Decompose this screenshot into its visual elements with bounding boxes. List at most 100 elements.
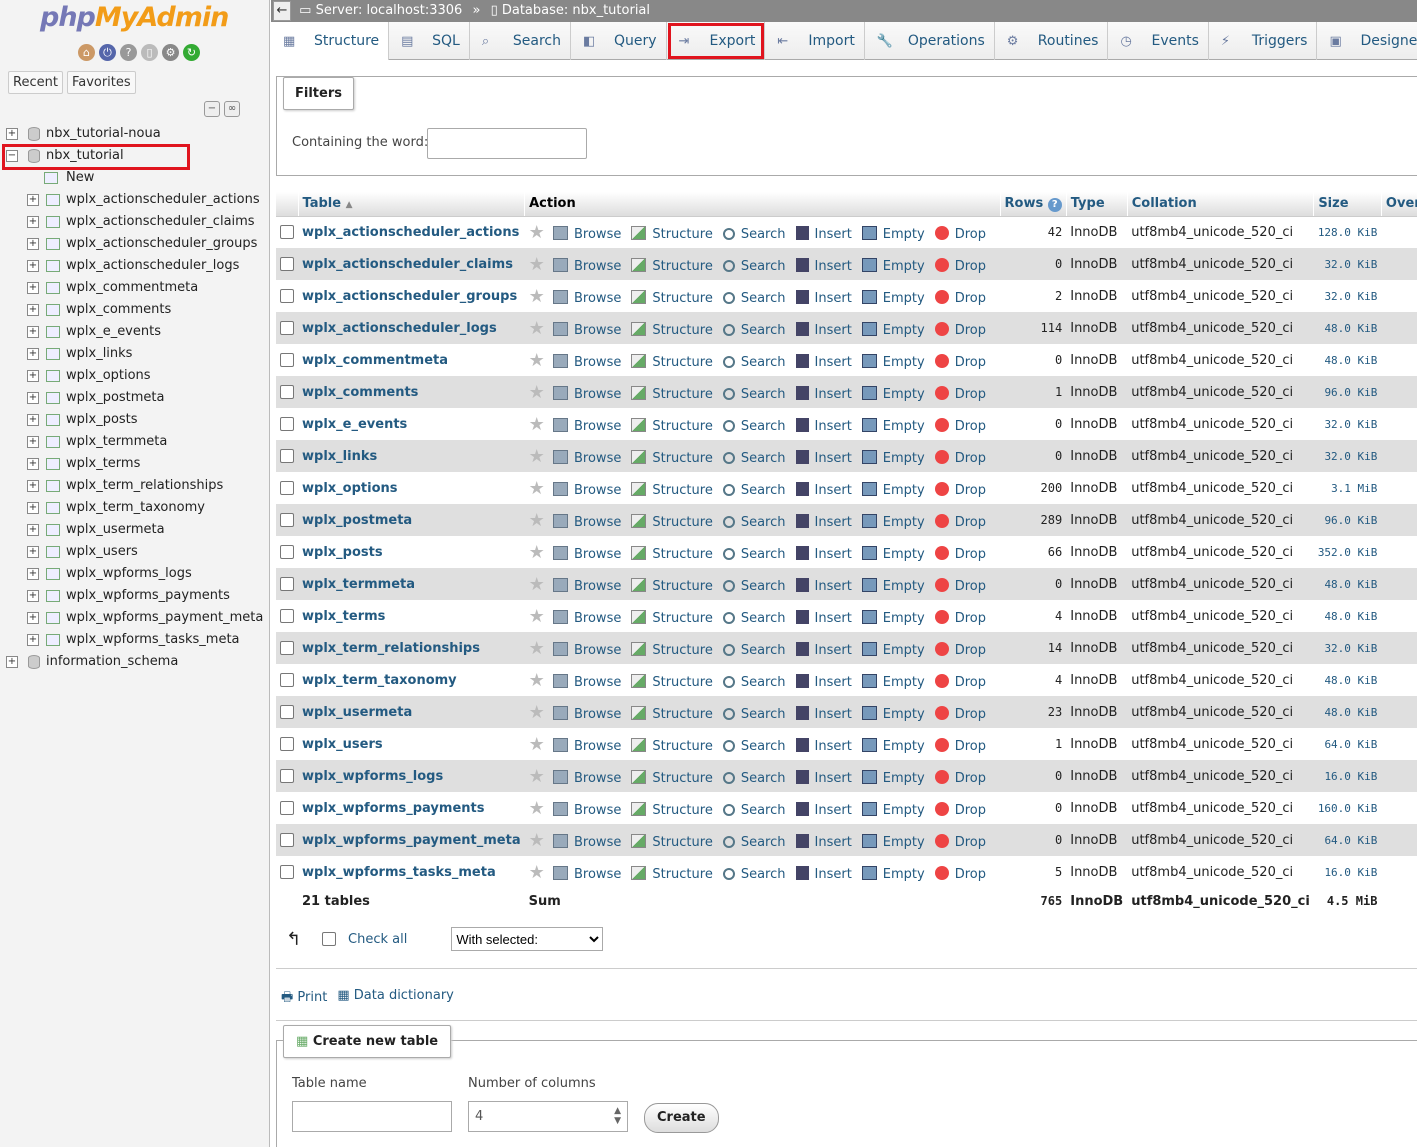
- empty-link[interactable]: Empty: [861, 321, 925, 338]
- expand-toggle-icon[interactable]: +: [27, 546, 39, 558]
- favorite-star-icon[interactable]: ★: [529, 542, 545, 563]
- table-name-link[interactable]: wplx_commentmeta: [298, 344, 525, 376]
- header-table[interactable]: Table ▲: [298, 192, 526, 217]
- tree-label[interactable]: wplx_wpforms_logs: [66, 563, 192, 585]
- drop-link[interactable]: Drop: [934, 513, 986, 530]
- drop-link[interactable]: Drop: [934, 417, 986, 434]
- tree-table[interactable]: + wplx_wpforms_tasks_meta: [0, 629, 270, 651]
- back-arrow-icon[interactable]: ←: [273, 1, 291, 21]
- expand-toggle-icon[interactable]: +: [27, 612, 39, 624]
- table-size[interactable]: 48.0 KiB: [1313, 568, 1382, 600]
- settings-gear-icon[interactable]: ⚙: [162, 44, 179, 61]
- table-size[interactable]: 64.0 KiB: [1313, 728, 1382, 760]
- tree-table[interactable]: + wplx_termmeta: [0, 431, 270, 453]
- insert-link[interactable]: Insert: [795, 673, 852, 690]
- tree-table[interactable]: + wplx_users: [0, 541, 270, 563]
- tab-query[interactable]: ◧ Query: [571, 22, 667, 60]
- structure-link[interactable]: Structure: [631, 225, 713, 242]
- drop-link[interactable]: Drop: [934, 769, 986, 786]
- tab-routines[interactable]: ⚙ Routines: [995, 22, 1109, 60]
- tree-label[interactable]: wplx_actionscheduler_actions: [66, 189, 260, 211]
- tree-table[interactable]: + wplx_options: [0, 365, 270, 387]
- favorite-star-icon[interactable]: ★: [529, 638, 545, 659]
- drop-link[interactable]: Drop: [934, 353, 986, 370]
- empty-link[interactable]: Empty: [861, 833, 925, 850]
- row-checkbox[interactable]: [280, 545, 294, 559]
- insert-link[interactable]: Insert: [795, 577, 852, 594]
- table-name-link[interactable]: wplx_options: [298, 472, 525, 504]
- expand-toggle-icon[interactable]: +: [27, 590, 39, 602]
- empty-link[interactable]: Empty: [861, 417, 925, 434]
- check-all-label[interactable]: Check all: [348, 932, 407, 947]
- table-name-link[interactable]: wplx_comments: [298, 376, 525, 408]
- table-size[interactable]: 32.0 KiB: [1313, 248, 1382, 280]
- search-link[interactable]: Search: [722, 451, 786, 466]
- table-name-link[interactable]: wplx_wpforms_payment_meta: [298, 824, 525, 856]
- tree-table[interactable]: + wplx_commentmeta: [0, 277, 270, 299]
- empty-link[interactable]: Empty: [861, 801, 925, 818]
- insert-link[interactable]: Insert: [795, 225, 852, 242]
- browse-link[interactable]: Browse: [553, 385, 621, 402]
- search-link[interactable]: Search: [722, 803, 786, 818]
- browse-link[interactable]: Browse: [553, 353, 621, 370]
- structure-link[interactable]: Structure: [631, 641, 713, 658]
- row-checkbox[interactable]: [280, 833, 294, 847]
- tree-label[interactable]: wplx_users: [66, 541, 138, 563]
- row-checkbox[interactable]: [280, 577, 294, 591]
- favorite-star-icon[interactable]: ★: [529, 862, 545, 883]
- search-link[interactable]: Search: [722, 643, 786, 658]
- insert-link[interactable]: Insert: [795, 353, 852, 370]
- docs-icon[interactable]: ?: [120, 44, 137, 61]
- search-link[interactable]: Search: [722, 515, 786, 530]
- table-name-input[interactable]: [292, 1101, 452, 1132]
- search-link[interactable]: Search: [722, 387, 786, 402]
- filter-input[interactable]: [427, 128, 587, 159]
- tree-table[interactable]: + wplx_term_taxonomy: [0, 497, 270, 519]
- search-link[interactable]: Search: [722, 867, 786, 882]
- favorite-star-icon[interactable]: ★: [529, 446, 545, 467]
- structure-link[interactable]: Structure: [631, 769, 713, 786]
- expand-toggle-icon[interactable]: +: [27, 370, 39, 382]
- expand-toggle-icon[interactable]: −: [6, 150, 18, 162]
- header-overhead[interactable]: Overhead: [1381, 192, 1417, 217]
- table-size[interactable]: 32.0 KiB: [1313, 440, 1382, 472]
- row-checkbox[interactable]: [280, 321, 294, 335]
- row-checkbox[interactable]: [280, 449, 294, 463]
- favorite-star-icon[interactable]: ★: [529, 702, 545, 723]
- search-link[interactable]: Search: [722, 771, 786, 786]
- drop-link[interactable]: Drop: [934, 577, 986, 594]
- browse-link[interactable]: Browse: [553, 865, 621, 882]
- tree-label[interactable]: wplx_usermeta: [66, 519, 165, 541]
- row-checkbox[interactable]: [280, 353, 294, 367]
- table-name-link[interactable]: wplx_terms: [298, 600, 525, 632]
- structure-link[interactable]: Structure: [631, 481, 713, 498]
- empty-link[interactable]: Empty: [861, 289, 925, 306]
- row-checkbox[interactable]: [280, 641, 294, 655]
- tab-search[interactable]: ⌕ Search: [470, 22, 571, 60]
- table-size[interactable]: 16.0 KiB: [1313, 856, 1382, 888]
- row-checkbox[interactable]: [280, 481, 294, 495]
- structure-link[interactable]: Structure: [631, 737, 713, 754]
- table-size[interactable]: 32.0 KiB: [1313, 408, 1382, 440]
- favorite-star-icon[interactable]: ★: [529, 766, 545, 787]
- browse-link[interactable]: Browse: [553, 705, 621, 722]
- favorite-star-icon[interactable]: ★: [529, 510, 545, 531]
- empty-link[interactable]: Empty: [861, 481, 925, 498]
- tree-table[interactable]: + wplx_wpforms_logs: [0, 563, 270, 585]
- row-checkbox[interactable]: [280, 289, 294, 303]
- breadcrumb-server[interactable]: Server: localhost:3306: [316, 3, 463, 18]
- tree-label[interactable]: wplx_wpforms_payment_meta: [66, 607, 263, 629]
- table-size[interactable]: 128.0 KiB: [1313, 216, 1382, 248]
- insert-link[interactable]: Insert: [795, 609, 852, 626]
- table-size[interactable]: 32.0 KiB: [1313, 632, 1382, 664]
- browse-link[interactable]: Browse: [553, 513, 621, 530]
- browse-link[interactable]: Browse: [553, 225, 621, 242]
- search-link[interactable]: Search: [722, 483, 786, 498]
- empty-link[interactable]: Empty: [861, 609, 925, 626]
- browse-link[interactable]: Browse: [553, 449, 621, 466]
- drop-link[interactable]: Drop: [934, 321, 986, 338]
- empty-link[interactable]: Empty: [861, 737, 925, 754]
- search-link[interactable]: Search: [722, 835, 786, 850]
- tree-database[interactable]: − nbx_tutorial: [0, 145, 270, 167]
- insert-link[interactable]: Insert: [795, 769, 852, 786]
